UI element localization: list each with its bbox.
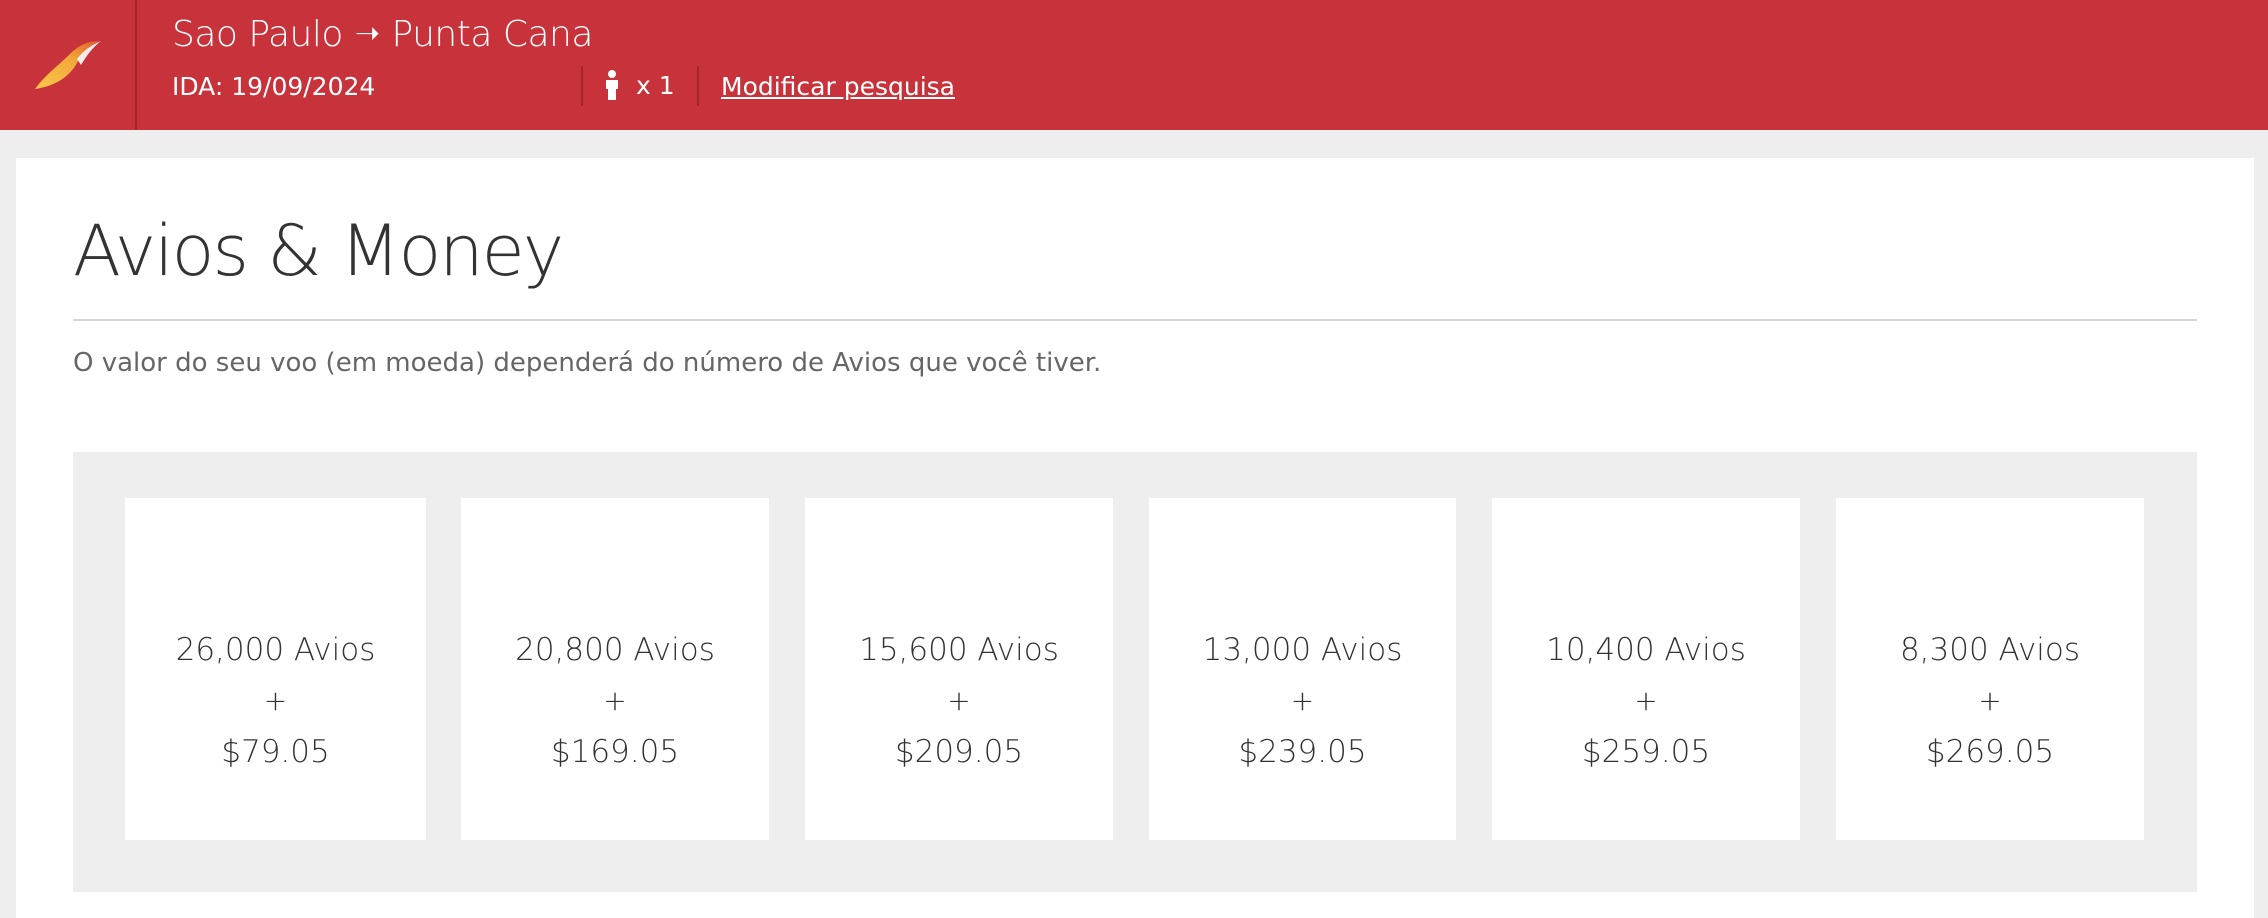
price-option[interactable]: 10,400 Avios + $259.05 [1492, 498, 1800, 840]
plus-sign: + [603, 684, 627, 717]
plus-sign: + [947, 684, 971, 717]
money-amount: $209.05 [894, 734, 1024, 770]
avios-money-panel: Avios & Money O valor do seu voo (em moe… [16, 158, 2254, 918]
search-summary: IDA: 19/09/2024 x 1 Modificar pesquisa [172, 66, 1172, 106]
plus-sign: + [1978, 684, 2002, 717]
avios-amount: 15,600 Avios [859, 632, 1059, 668]
person-icon [606, 70, 618, 100]
avios-amount: 13,000 Avios [1202, 632, 1403, 668]
route-title: Sao Paulo ➝ Punta Cana [172, 14, 593, 55]
price-option[interactable]: 15,600 Avios + $209.05 [805, 498, 1113, 840]
money-amount: $259.05 [1581, 734, 1711, 770]
price-options: 26,000 Avios + $79.05 20,800 Avios + $16… [73, 452, 2197, 892]
destination-city: Punta Cana [391, 14, 594, 55]
outbound-date: IDA: 19/09/2024 [172, 72, 376, 101]
money-amount: $169.05 [550, 734, 680, 770]
logo[interactable] [0, 0, 137, 130]
price-option[interactable]: 20,800 Avios + $169.05 [461, 498, 769, 840]
separator [697, 66, 699, 106]
modify-search-link[interactable]: Modificar pesquisa [721, 72, 955, 101]
arrow-right-icon: ➝ [354, 16, 380, 51]
price-option[interactable]: 13,000 Avios + $239.05 [1149, 498, 1456, 840]
plus-sign: + [263, 684, 288, 717]
money-amount: $79.05 [221, 734, 330, 770]
money-amount: $269.05 [1925, 734, 2055, 770]
price-option[interactable]: 26,000 Avios + $79.05 [125, 498, 426, 840]
description-text: O valor do seu voo (em moeda) dependerá … [73, 348, 1102, 378]
avios-amount: 10,400 Avios [1546, 632, 1746, 668]
divider [73, 319, 2197, 321]
avios-amount: 8,300 Avios [1899, 632, 2081, 668]
passenger-count: x 1 [604, 70, 675, 100]
plus-sign: + [1290, 684, 1315, 717]
avios-amount: 20,800 Avios [515, 632, 715, 668]
airline-logo-icon [34, 41, 101, 89]
price-option[interactable]: 8,300 Avios + $269.05 [1836, 498, 2144, 840]
avios-amount: 26,000 Avios [175, 632, 376, 668]
page-title: Avios & Money [73, 210, 564, 292]
money-amount: $239.05 [1238, 734, 1367, 770]
plus-sign: + [1634, 684, 1658, 717]
separator [581, 66, 583, 106]
origin-city: Sao Paulo [172, 14, 343, 55]
header-bar: Sao Paulo ➝ Punta Cana IDA: 19/09/2024 x 1… [0, 0, 2268, 130]
passenger-count-label: x 1 [636, 70, 675, 100]
